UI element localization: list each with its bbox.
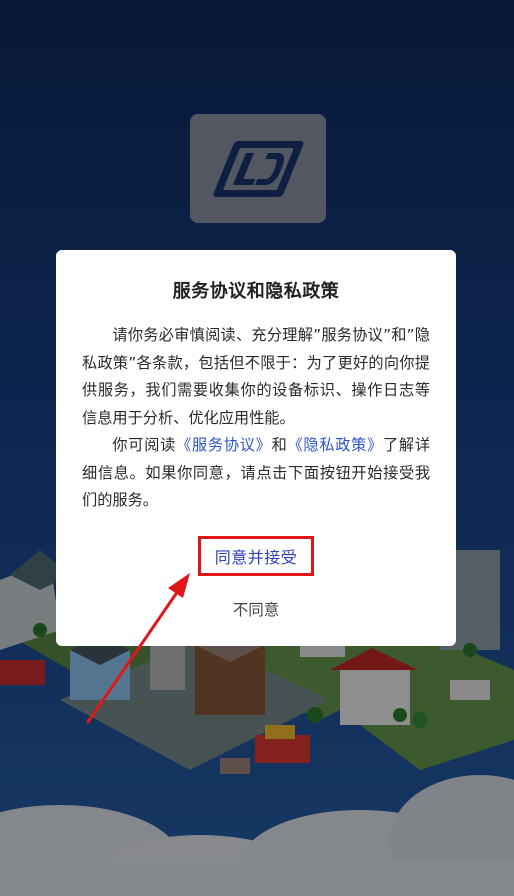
dialog-title: 服务协议和隐私政策 (172, 281, 340, 302)
disagree-button[interactable]: 不同意 (82, 598, 430, 620)
read-prefix-text: 你可阅读 (112, 436, 177, 454)
and-text: 和 (271, 436, 288, 454)
service-agreement-link[interactable]: 《服务协议》 (176, 436, 272, 454)
agree-and-accept-button[interactable]: 同意并接受 (197, 535, 315, 576)
privacy-policy-dialog: 服务协议和隐私政策 请你务必审慎阅读、充分理解”服务协议”和”隐私政策”各条款，… (56, 250, 456, 646)
agreement-read-more-text: 你可阅读《服务协议》和《隐私政策》了解详细信息。如果你同意，请点击下面按钮开始接… (82, 432, 430, 515)
agreement-notice-text: 请你务必审慎阅读、充分理解”服务协议”和”隐私政策”各条款，包括但不限于：为了更… (82, 326, 430, 427)
privacy-policy-link[interactable]: 《隐私政策》 (288, 436, 384, 454)
